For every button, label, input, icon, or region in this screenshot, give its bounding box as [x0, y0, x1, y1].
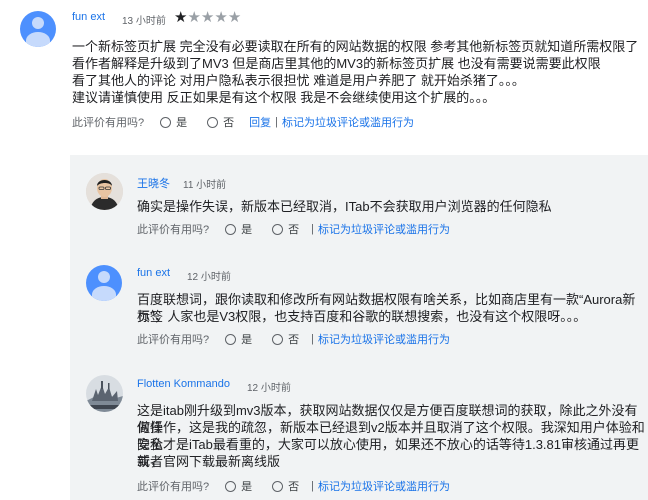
separator: |	[311, 480, 314, 492]
report-abuse-link[interactable]: 标记为垃圾评论或滥用行为	[318, 221, 450, 237]
review-author[interactable]: fun ext	[72, 11, 105, 23]
reply-link[interactable]: 回复	[249, 114, 271, 130]
report-abuse-link[interactable]: 标记为垃圾评论或滥用行为	[282, 114, 414, 130]
helpful-row: 此评价有用吗? 是 否 | 标记为垃圾评论或滥用行为	[137, 332, 450, 346]
no-radio[interactable]	[272, 333, 284, 345]
helpful-label: 此评价有用吗?	[137, 224, 210, 236]
report-abuse-link[interactable]: 标记为垃圾评论或滥用行为	[318, 331, 450, 347]
reply-time: 12 小时前	[187, 272, 231, 283]
yes-label[interactable]: 是	[241, 331, 252, 347]
yes-label[interactable]: 是	[241, 221, 252, 237]
no-label[interactable]: 否	[288, 221, 299, 237]
no-label[interactable]: 否	[288, 478, 299, 494]
reply-time: 12 小时前	[247, 383, 291, 394]
yes-radio[interactable]	[225, 223, 237, 235]
helpful-row: 此评价有用吗? 是 否 回复 | 标记为垃圾评论或滥用行为	[72, 115, 414, 129]
no-label[interactable]: 否	[223, 114, 234, 130]
helpful-label: 此评价有用吗?	[137, 334, 210, 346]
reply-time: 11 小时前	[183, 180, 227, 191]
reply-author[interactable]: 王晓冬	[137, 175, 170, 191]
separator: |	[275, 116, 278, 128]
report-abuse-link[interactable]: 标记为垃圾评论或滥用行为	[318, 478, 450, 494]
separator: |	[311, 333, 314, 345]
developer-avatar	[86, 173, 123, 210]
star-empty-icon: ★	[200, 9, 215, 26]
review-text-line: 建议请谨慎使用 反正如果是有这个权限 我是不会继续使用这个扩展的。。。	[72, 90, 496, 105]
no-radio[interactable]	[272, 223, 284, 235]
yes-radio[interactable]	[160, 116, 172, 128]
reply-text-line: 确实是操作失误，新版本已经取消，ITab不会获取用户浏览器的任何隐私	[137, 199, 552, 214]
helpful-row: 此评价有用吗? 是 否 | 标记为垃圾评论或滥用行为	[137, 479, 450, 493]
yes-radio[interactable]	[225, 480, 237, 492]
review-time: 13 小时前	[122, 16, 166, 27]
yes-label[interactable]: 是	[176, 114, 187, 130]
review-text-line: 看了其他人的评论 对用户隐私表示很担忧 难道是用户养肥了 就开始杀猪了。。。	[72, 73, 525, 88]
star-rating: ★★★★★	[174, 10, 241, 25]
reply-text-line: 或者官网下载最新离线版	[137, 454, 281, 469]
user-avatar	[20, 11, 56, 47]
no-radio[interactable]	[272, 480, 284, 492]
user-avatar	[86, 265, 122, 301]
separator: |	[311, 223, 314, 235]
helpful-label: 此评价有用吗?	[137, 481, 210, 493]
reply-author[interactable]: fun ext	[137, 267, 170, 279]
developer-avatar	[86, 375, 123, 412]
star-empty-icon: ★	[214, 9, 228, 26]
reply-text-line: 页”，人家也是V3权限，也支持百度和谷歌的联想搜索，也没有这个权限呀。。。	[137, 309, 587, 324]
star-empty-icon: ★	[187, 9, 201, 26]
star-filled-icon: ★	[174, 9, 188, 26]
yes-radio[interactable]	[225, 333, 237, 345]
star-empty-icon: ★	[227, 9, 242, 26]
replies-section: 王晓冬 11 小时前 确实是操作失误，新版本已经取消，ITab不会获取用户浏览器…	[70, 155, 648, 500]
helpful-row: 此评价有用吗? 是 否 | 标记为垃圾评论或滥用行为	[137, 222, 450, 236]
no-label[interactable]: 否	[288, 331, 299, 347]
review-text-line: 看作者解释是升级到了MV3 但是商店里其他的MV3的新标签页扩展 也没有需要说需…	[72, 56, 601, 71]
helpful-label: 此评价有用吗?	[72, 117, 145, 129]
reply-author[interactable]: Flotten Kommando	[137, 378, 230, 390]
review-text-line: 一个新标签页扩展 完全没有必要读取在所有的网站数据的权限 参考其他新标签页就知道…	[72, 39, 639, 54]
no-radio[interactable]	[207, 116, 219, 128]
yes-label[interactable]: 是	[241, 478, 252, 494]
